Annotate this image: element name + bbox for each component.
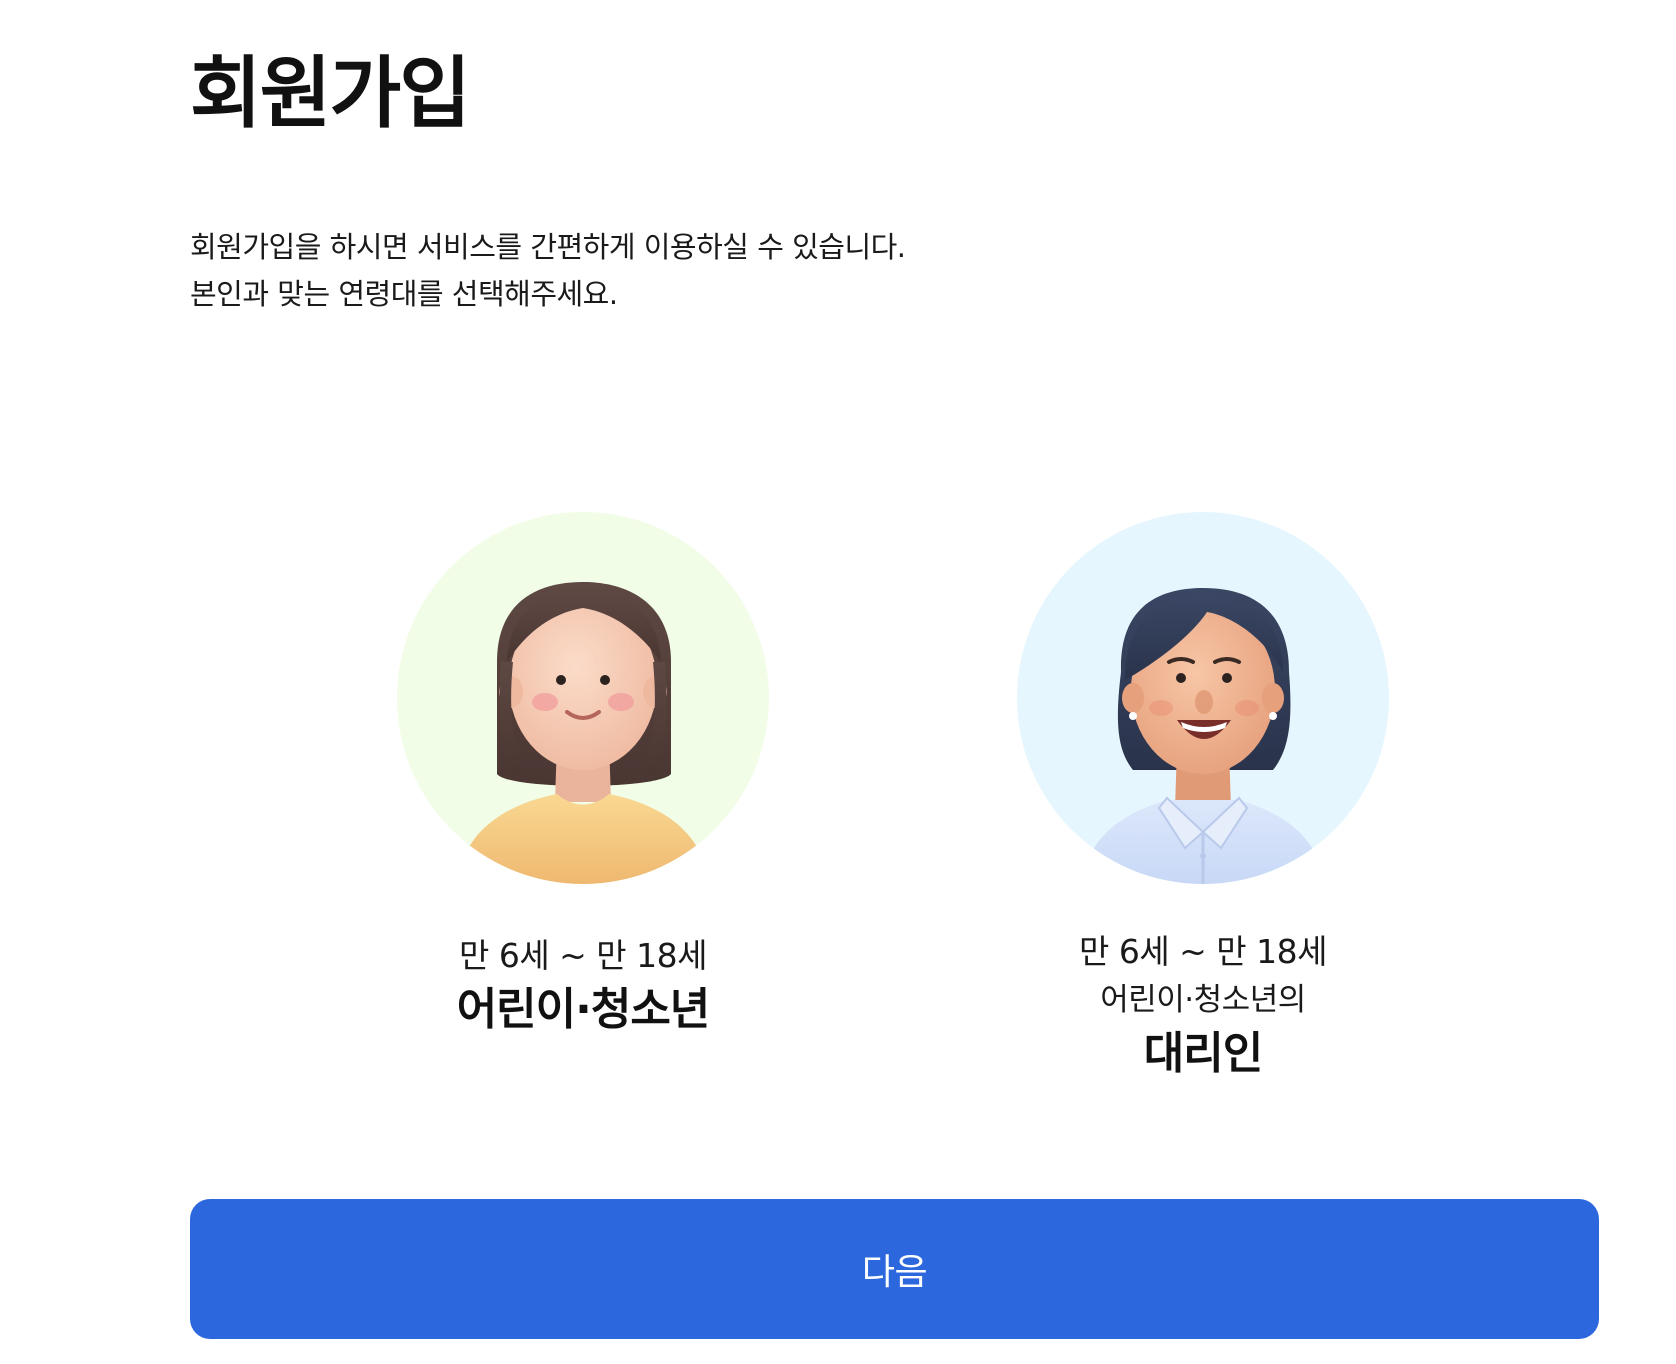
intro-line-1: 회원가입을 하시면 서비스를 간편하게 이용하실 수 있습니다.: [190, 230, 906, 264]
next-button[interactable]: 다음: [190, 1199, 1599, 1339]
age-range-label: 만 6세 ~ 만 18세: [1078, 932, 1328, 971]
girl-avatar-icon: [397, 512, 769, 884]
intro-line-2: 본인과 맞는 연령대를 선택해주세요.: [190, 277, 618, 311]
age-range-label: 만 6세 ~ 만 18세: [458, 936, 708, 975]
option-child-teen[interactable]: 만 6세 ~ 만 18세 어린이·청소년: [397, 512, 769, 1035]
option-proxy[interactable]: 만 6세 ~ 만 18세 어린이·청소년의 대리인: [1017, 512, 1389, 1079]
role-label: 어린이·청소년: [456, 984, 711, 1035]
intro-text: 회원가입을 하시면 서비스를 간편하게 이용하실 수 있습니다. 본인과 맞는 …: [190, 224, 906, 318]
page-title: 회원가입: [190, 49, 471, 139]
role-sub-label: 어린이·청소년의: [1100, 982, 1306, 1018]
woman-avatar-icon: [1017, 512, 1389, 884]
role-label: 대리인: [1143, 1028, 1263, 1079]
